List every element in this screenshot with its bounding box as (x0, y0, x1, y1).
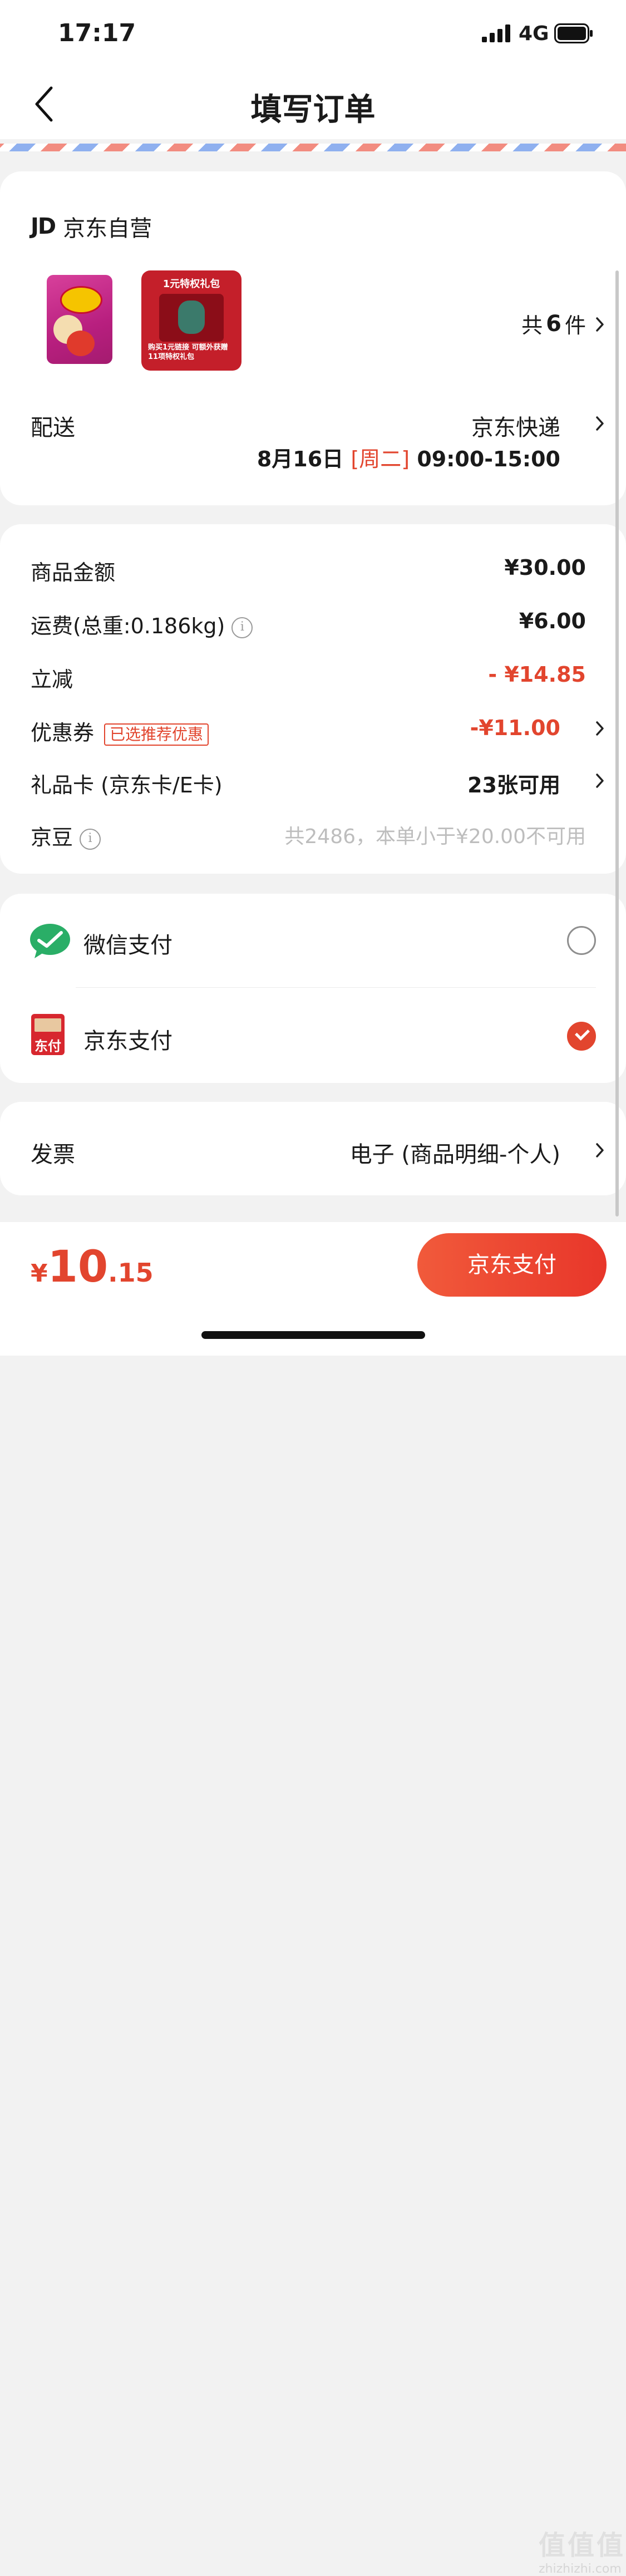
status-bar: 17:17 4G (0, 0, 626, 67)
delivery-time[interactable]: 8月16日 [周二] 09:00-15:00 (257, 442, 560, 472)
gift-graphic (159, 294, 224, 342)
delivery-date: 8月16日 (257, 447, 344, 471)
divider (76, 987, 596, 988)
shipping-label: 运费(总重:0.186kg) (31, 614, 225, 638)
goods-amount-row: 商品金额 ¥30.00 (31, 555, 626, 589)
status-time: 17:17 (58, 19, 136, 47)
instant-discount-value: - ¥14.85 (488, 662, 586, 687)
chevron-right-icon[interactable] (595, 415, 605, 432)
top-bar: 17:17 4G 填写订单 (0, 0, 626, 139)
chevron-right-icon[interactable] (595, 316, 605, 333)
coupon-label: 优惠券 (31, 721, 95, 745)
payment-option-wechat[interactable]: 微信支付 (0, 894, 626, 988)
product-image-lays[interactable] (47, 275, 112, 364)
jd-beans-label: 京豆 (31, 825, 73, 850)
watermark-site: zhizhizhi.com (539, 2562, 622, 2576)
product-image-gift-pack[interactable]: 1元特权礼包 购买1元链接 可额外获赠11项特权礼包 (141, 270, 241, 371)
info-icon[interactable]: i (231, 617, 253, 638)
count-value: 6 (546, 311, 561, 337)
delivery-method[interactable]: 京东快递 (471, 410, 560, 442)
jd-pay-icon-text: 东付 (34, 1038, 61, 1054)
nav-bar: 填写订单 (0, 72, 626, 134)
coupon-value: -¥11.00 (470, 716, 560, 740)
shop-header: JD 京东自营 (31, 210, 152, 243)
jd-pay-radio-selected[interactable] (567, 1022, 596, 1051)
shipping-row: 运费(总重:0.186kg) i ¥6.00 (31, 609, 626, 642)
jd-pay-icon: 东付 (31, 1014, 65, 1055)
jd-beans-label-wrap: 京豆 i (31, 820, 101, 851)
total-integer: 10 (47, 1242, 109, 1292)
wechat-pay-label: 微信支付 (83, 933, 172, 958)
shop-name: 京东自营 (63, 216, 152, 242)
goods-amount-value: ¥30.00 (504, 555, 586, 580)
instant-discount-label: 立减 (31, 667, 73, 692)
invoice-card[interactable]: 发票 电子 (商品明细-个人) (0, 1102, 626, 1195)
payment-option-jdpay[interactable]: 东付 京东支付 (0, 988, 626, 1083)
signal-icon (482, 24, 510, 42)
invoice-value: 电子 (商品明细-个人) (349, 1142, 560, 1168)
coupon-label-wrap: 优惠券 已选推荐优惠 (31, 716, 209, 746)
submit-pay-button[interactable]: 京东支付 (417, 1233, 607, 1297)
gift-card-value: 23张可用 (467, 773, 560, 797)
instant-discount-row: 立减 - ¥14.85 (31, 662, 626, 696)
checkout-bar: ¥10.15 京东支付 值值值 zhizhizhi.com (0, 1222, 626, 2576)
gift-card-label: 礼品卡 (京东卡/E卡) (31, 773, 223, 797)
shipping-label-wrap: 运费(总重:0.186kg) i (31, 609, 253, 639)
delivery-label: 配送 (31, 415, 75, 441)
jd-logo: JD (31, 214, 56, 239)
lays-logo (60, 286, 102, 314)
home-indicator[interactable] (201, 1331, 425, 1339)
network-label: 4G (519, 22, 549, 45)
gift-pack-desc: 购买1元链接 可额外获赠11项特权礼包 (148, 343, 228, 361)
jd-beans-row: 京豆 i 共2486，本单小于¥20.00不可用 (31, 820, 626, 854)
scrollbar[interactable] (615, 270, 619, 1216)
chevron-right-icon[interactable] (595, 772, 605, 789)
watermark: 值值值 zhizhizhi.com (539, 2523, 625, 2576)
battery-icon (554, 23, 593, 43)
watermark-brand: 值值值 (539, 2530, 626, 2561)
airmail-stripe (0, 144, 626, 151)
order-total: ¥10.15 (31, 1242, 154, 1292)
invoice-label: 发票 (31, 1142, 75, 1168)
chevron-right-icon[interactable] (595, 1142, 605, 1159)
delivery-time-range: 09:00-15:00 (417, 447, 560, 471)
info-icon[interactable]: i (80, 828, 101, 850)
jd-beans-value: 共2486，本单小于¥20.00不可用 (284, 825, 586, 848)
goods-amount-label: 商品金额 (31, 560, 116, 585)
item-count[interactable]: 共 6 件 (521, 308, 586, 339)
payment-method-card: 微信支付 东付 京东支付 (0, 894, 626, 1083)
wechat-pay-icon (30, 924, 70, 958)
wechat-pay-radio[interactable] (567, 926, 596, 955)
total-currency: ¥ (31, 1259, 48, 1288)
count-prefix: 共 (521, 313, 543, 338)
gift-pack-title: 1元特权礼包 (162, 278, 220, 290)
price-summary-card: 商品金额 ¥30.00 运费(总重:0.186kg) i ¥6.00 立减 - ¥… (0, 524, 626, 874)
delivery-weekday: [周二] (351, 447, 410, 471)
coupon-badge: 已选推荐优惠 (104, 723, 209, 746)
chevron-right-icon[interactable] (595, 720, 605, 737)
coupon-row[interactable]: 优惠券 已选推荐优惠 -¥11.00 (31, 716, 626, 749)
gift-card-row[interactable]: 礼品卡 (京东卡/E卡) 23张可用 (31, 768, 626, 801)
count-suffix: 件 (564, 313, 586, 338)
jd-pay-label: 京东支付 (83, 1028, 172, 1054)
page-title: 填写订单 (250, 92, 376, 128)
total-decimal: .15 (108, 1258, 154, 1288)
tomato-graphic (67, 331, 95, 356)
shipping-value: ¥6.00 (519, 609, 586, 633)
order-items-card: JD 京东自营 1元特权礼包 购买1元链接 可额外获赠11项特权礼包 共 6 件… (0, 171, 626, 505)
